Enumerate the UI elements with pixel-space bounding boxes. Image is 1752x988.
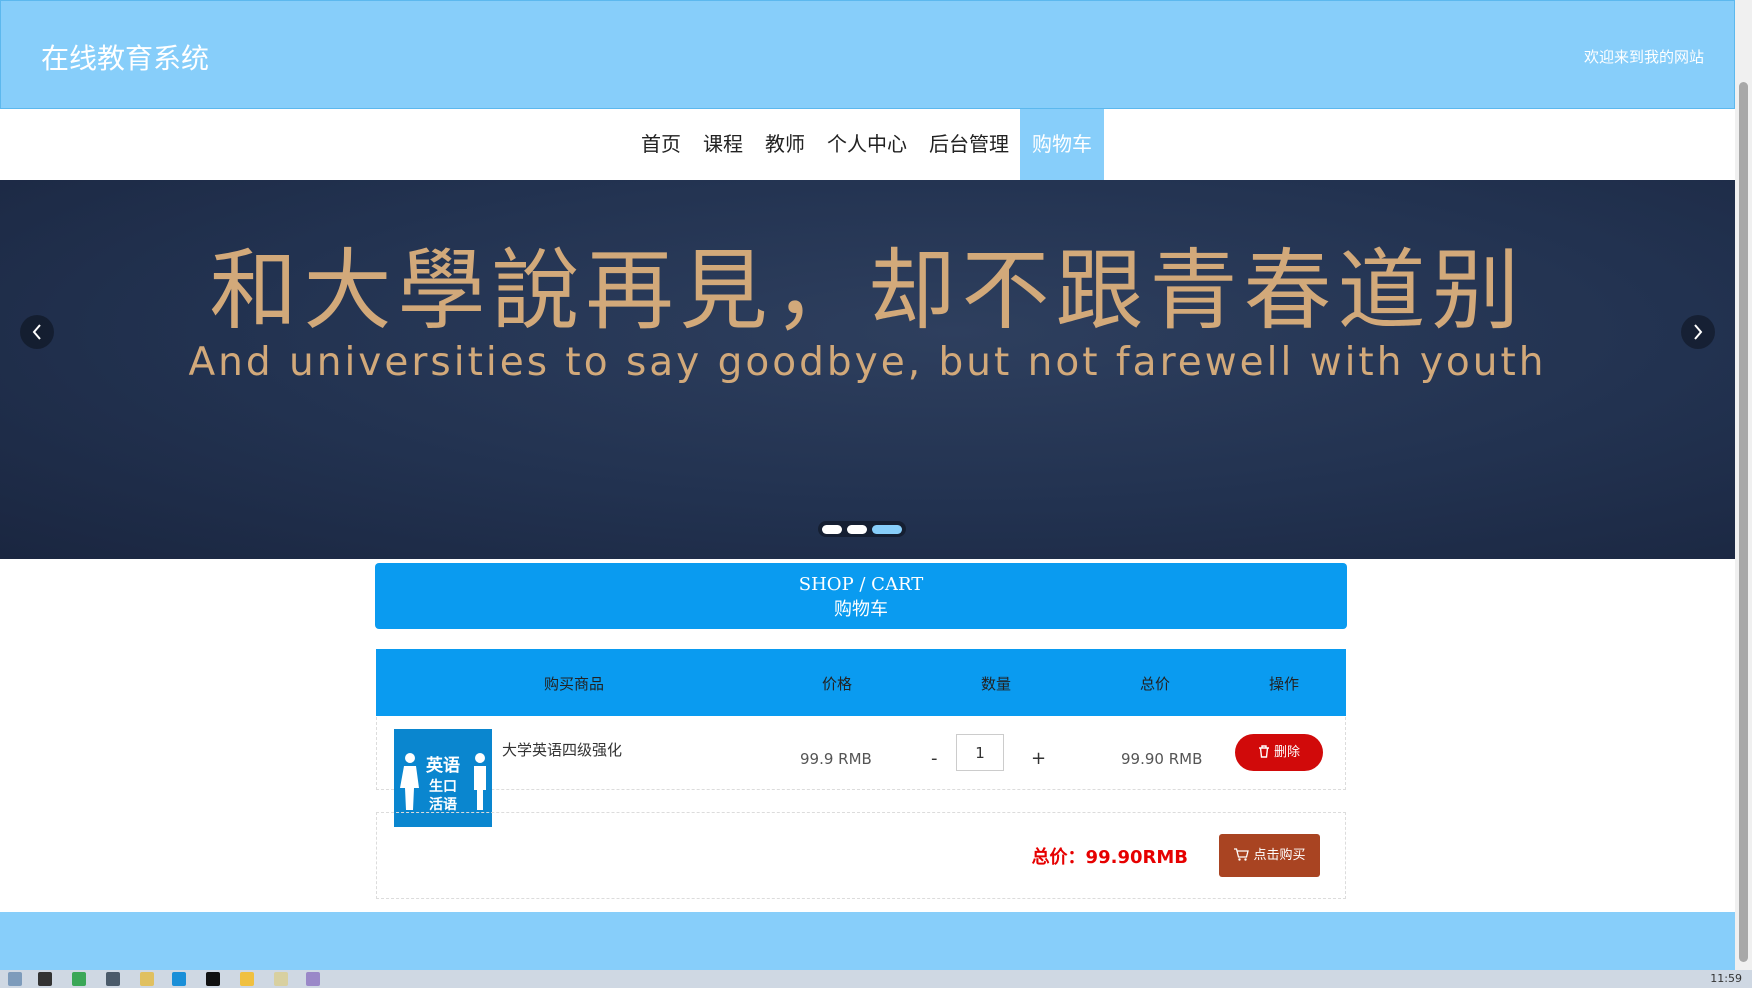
- notes-icon[interactable]: [140, 972, 154, 986]
- svg-text:生口: 生口: [429, 778, 457, 795]
- misc-icon[interactable]: [306, 972, 320, 986]
- carousel-title: 和大學說再見，却不跟青春道别: [209, 239, 1526, 342]
- header-quantity: 数量: [981, 675, 1012, 693]
- header-action: 操作: [1269, 675, 1300, 693]
- quantity-decrease-button[interactable]: -: [931, 748, 938, 769]
- product-price: 99.9 RMB: [800, 750, 872, 768]
- hero-carousel: 和大學說再見，却不跟青春道别 And universities to say g…: [0, 180, 1735, 559]
- welcome-text: 欢迎来到我的网站: [1583, 48, 1704, 66]
- nav-item-cart[interactable]: 购物车: [1020, 109, 1104, 180]
- scrollbar-thumb[interactable]: [1739, 82, 1748, 962]
- carousel-dot-1[interactable]: [822, 524, 842, 534]
- notepad-icon[interactable]: [274, 972, 288, 986]
- carousel-indicators: [818, 521, 906, 537]
- edge-icon[interactable]: [172, 972, 186, 986]
- chevron-right-icon: [1694, 324, 1703, 340]
- header-price: 价格: [822, 675, 853, 693]
- cart-banner-cn: 购物车: [834, 599, 888, 620]
- grand-total: 总价：99.90RMB: [1031, 847, 1188, 868]
- nav-item-courses[interactable]: 课程: [692, 109, 754, 180]
- folder-icon[interactable]: [240, 972, 254, 986]
- header-total: 总价: [1140, 675, 1171, 693]
- pycharm-icon[interactable]: [206, 972, 220, 986]
- cart-table-header: 购买商品 价格 数量 总价 操作: [376, 649, 1346, 716]
- site-footer: [0, 912, 1735, 970]
- site-title[interactable]: 在线教育系统: [41, 37, 209, 77]
- carousel-dot-2[interactable]: [847, 524, 867, 534]
- nav-item-teachers[interactable]: 教师: [754, 109, 816, 180]
- app-icon[interactable]: [106, 972, 120, 986]
- product-name[interactable]: 大学英语四级强化: [502, 739, 622, 760]
- qq-icon[interactable]: [38, 972, 52, 986]
- wechat-icon[interactable]: [72, 972, 86, 986]
- main-nav: 首页 课程 教师 个人中心 后台管理 购物车: [0, 109, 1735, 180]
- nav-item-profile[interactable]: 个人中心: [816, 109, 918, 180]
- table-row: 英语 生口 活语 大学英语四级强化 99.9 RMB - + 99.90 RMB…: [376, 717, 1346, 827]
- page-scrollbar[interactable]: [1735, 0, 1752, 970]
- carousel-dot-3[interactable]: [872, 524, 902, 534]
- site-header: 在线教育系统 欢迎来到我的网站: [0, 0, 1735, 109]
- carousel-prev-button[interactable]: [20, 315, 54, 349]
- buy-button[interactable]: 点击购买: [1219, 834, 1320, 877]
- nav-item-admin[interactable]: 后台管理: [918, 109, 1020, 180]
- taskbar-clock[interactable]: 11:59: [1710, 972, 1742, 985]
- quantity-input[interactable]: [956, 734, 1004, 771]
- delete-button[interactable]: 删除: [1235, 734, 1323, 771]
- carousel-next-button[interactable]: [1681, 315, 1715, 349]
- delete-label: 删除: [1273, 745, 1300, 760]
- trash-icon: [1258, 745, 1269, 758]
- start-icon[interactable]: [8, 972, 22, 986]
- svg-text:活语: 活语: [429, 796, 457, 813]
- cart-banner-en: SHOP / CART: [798, 574, 924, 595]
- nav-item-home[interactable]: 首页: [630, 109, 692, 180]
- chevron-left-icon: [32, 324, 41, 340]
- svg-text:英语: 英语: [426, 755, 460, 776]
- carousel-subtitle: And universities to say goodbye, but not…: [188, 340, 1547, 385]
- quantity-increase-button[interactable]: +: [1031, 748, 1046, 769]
- row-total: 99.90 RMB: [1121, 750, 1203, 768]
- header-product: 购买商品: [544, 675, 605, 693]
- cart-icon: [1234, 848, 1250, 861]
- buy-label: 点击购买: [1253, 848, 1306, 863]
- cart-banner: SHOP / CART 购物车: [375, 563, 1347, 629]
- os-taskbar: 11:59: [0, 970, 1752, 988]
- cart-summary: 总价：99.90RMB 点击购买: [376, 812, 1346, 899]
